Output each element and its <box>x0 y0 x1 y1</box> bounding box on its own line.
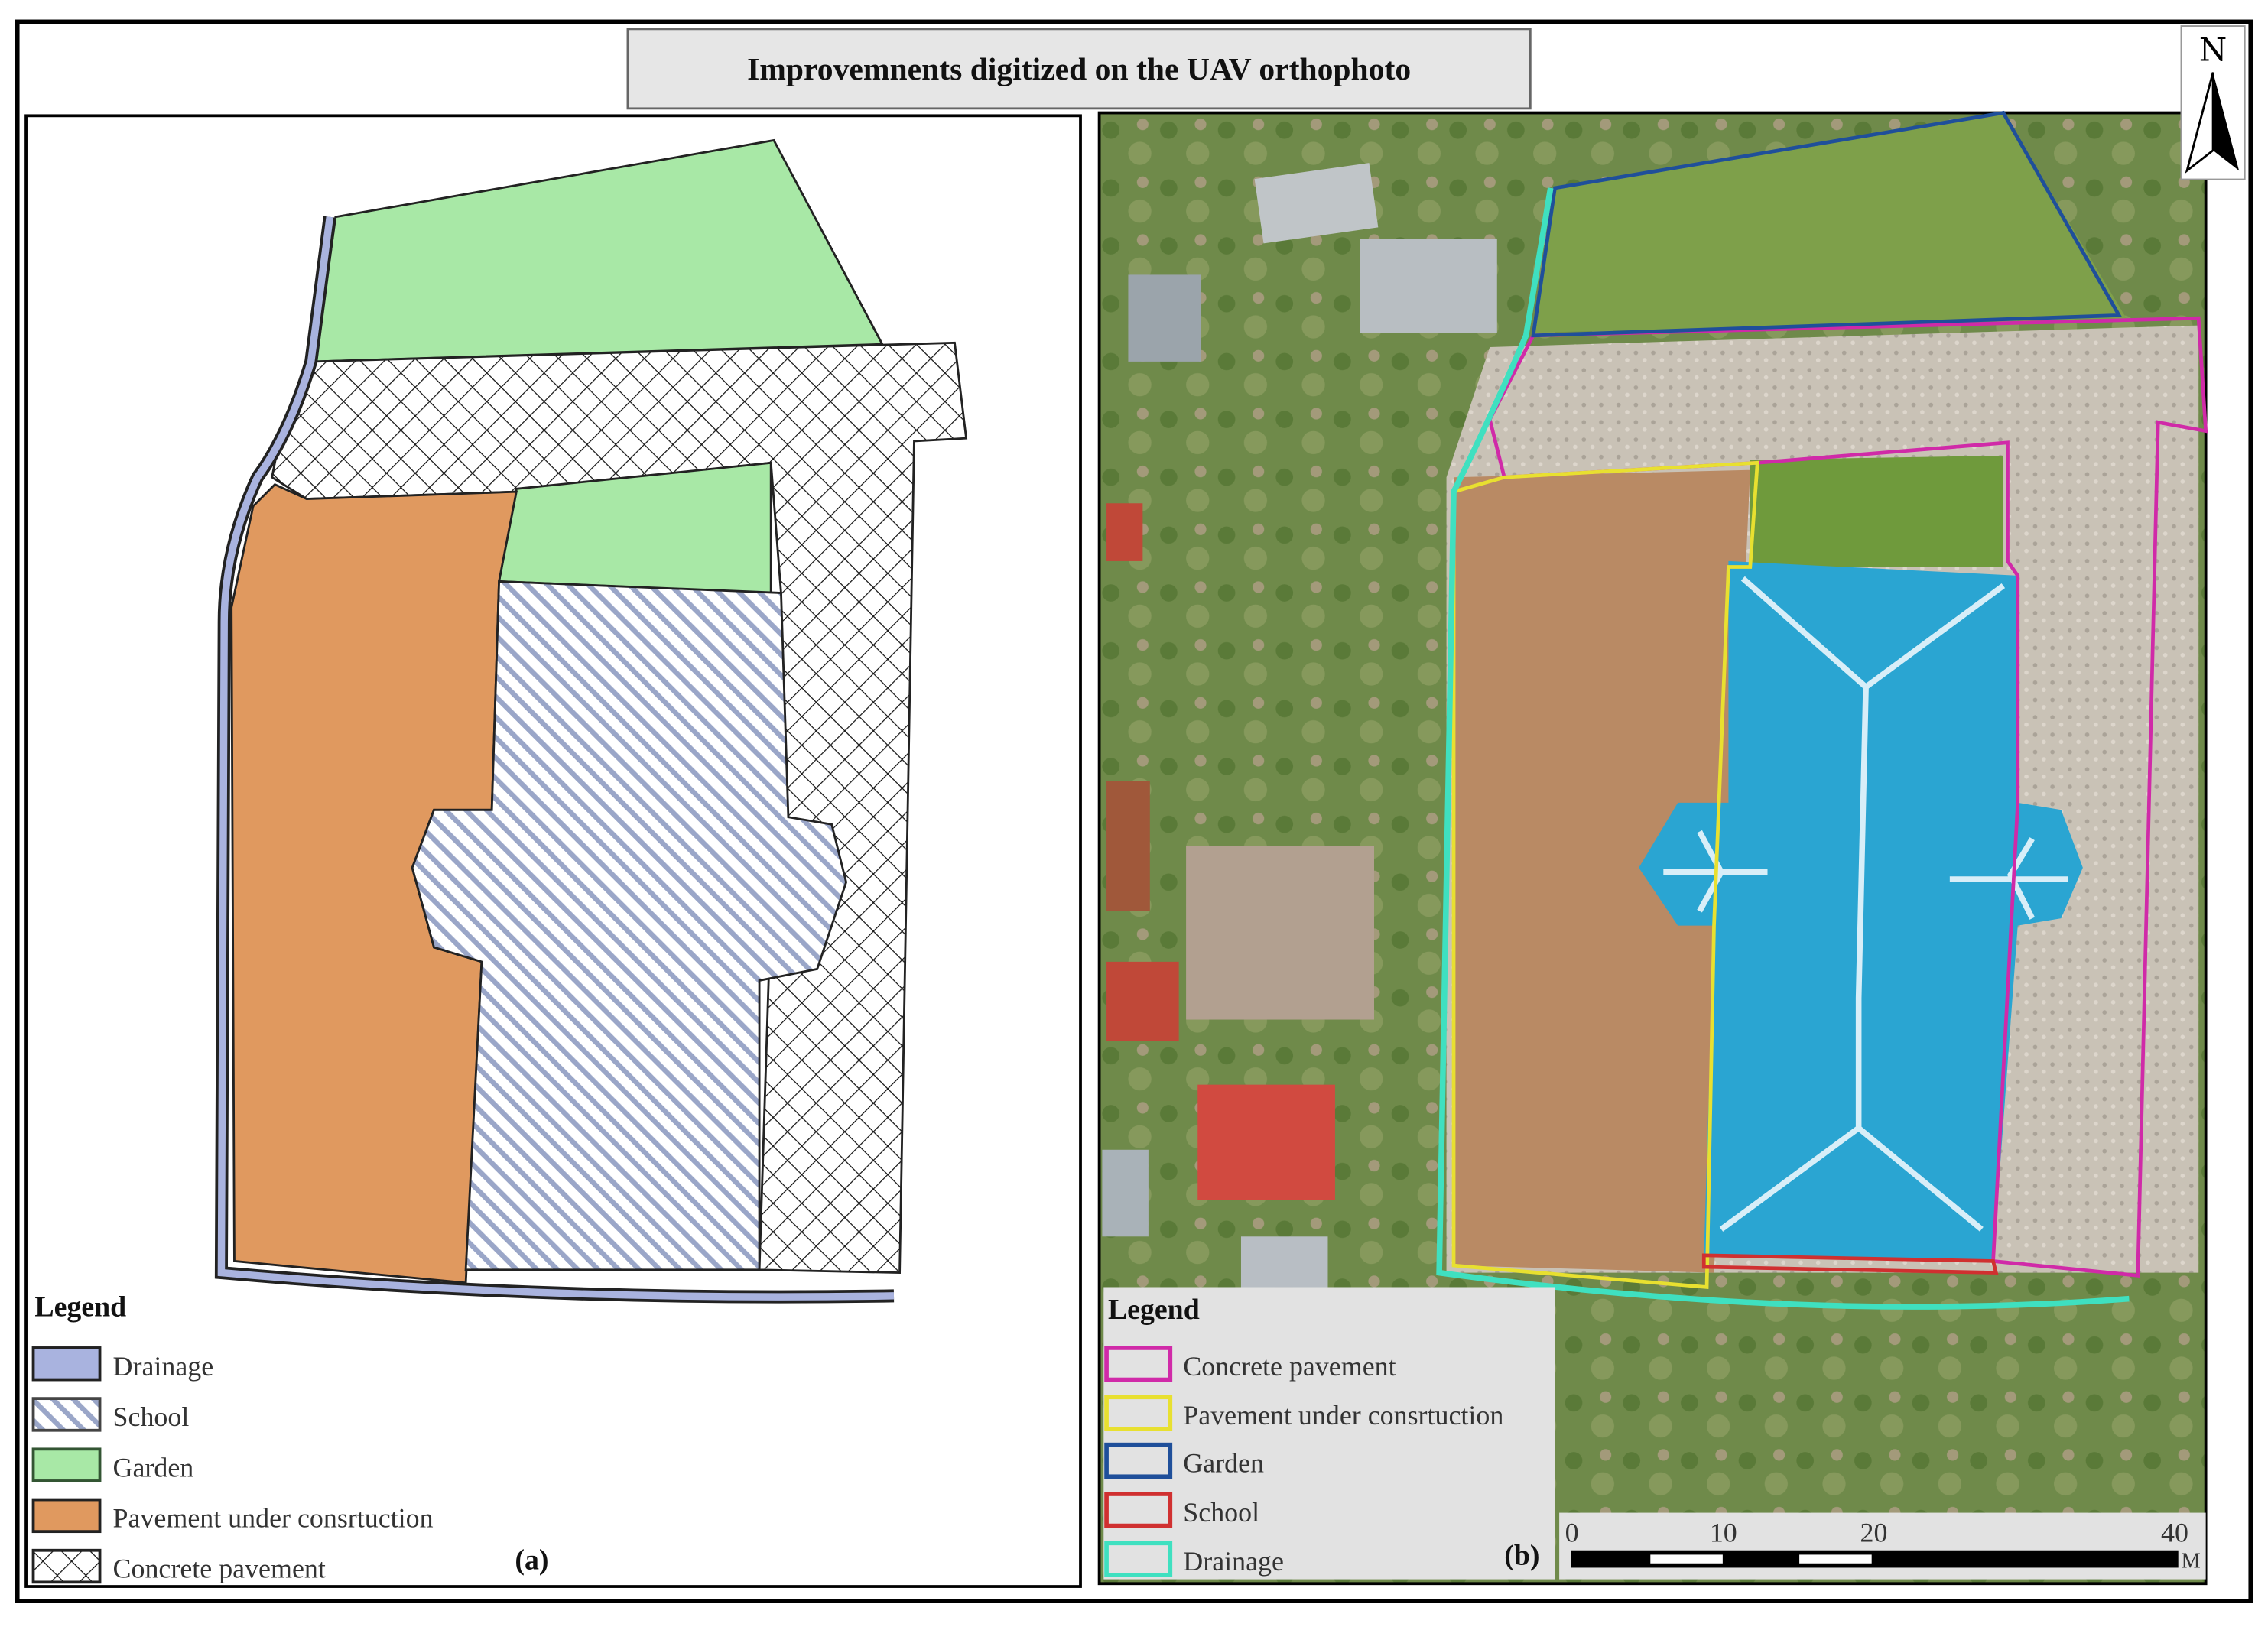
legend-b-title: Legend <box>1108 1294 1200 1326</box>
scale-bar: 0 10 20 40 M <box>1559 1513 2206 1580</box>
svg-text:School: School <box>1183 1497 1259 1528</box>
building-roof <box>1106 503 1142 561</box>
panel-a-map: Legend Drainage School Garden Pavement u… <box>26 115 1080 1586</box>
svg-text:Garden: Garden <box>113 1452 194 1482</box>
building-roof <box>1106 781 1150 911</box>
svg-text:0: 0 <box>1565 1517 1579 1547</box>
svg-text:Pavement under consrtuction: Pavement under consrtuction <box>1183 1400 1503 1431</box>
legend-b-box <box>1103 1287 1555 1579</box>
panel-b-tag: (b) <box>1504 1540 1539 1572</box>
building-roof <box>1360 239 1497 333</box>
panel-b-orthophoto: Legend Concrete pavement Pavement under … <box>1100 113 2206 1584</box>
svg-text:Drainage: Drainage <box>113 1351 214 1382</box>
svg-text:M: M <box>2181 1549 2200 1573</box>
legend-a-item-drainage: Drainage <box>34 1348 214 1382</box>
panel-a-tag: (a) <box>515 1544 548 1576</box>
building-roof <box>1106 962 1179 1041</box>
svg-text:10: 10 <box>1710 1517 1737 1547</box>
svg-text:40: 40 <box>2161 1517 2188 1547</box>
building-roof <box>1241 1236 1327 1287</box>
legend-a-item-concrete-pavement: Concrete pavement <box>34 1551 326 1584</box>
legend-a-item-garden: Garden <box>34 1449 194 1482</box>
legend-a-item-pavement-under-construction: Pavement under consrtuction <box>34 1500 434 1534</box>
svg-text:Concrete pavement: Concrete pavement <box>113 1554 326 1584</box>
svg-text:Drainage: Drainage <box>1183 1546 1284 1577</box>
garden-lawn <box>1750 456 2003 567</box>
svg-text:Pavement under consrtuction: Pavement under consrtuction <box>113 1502 434 1533</box>
north-arrow-icon: N <box>2181 26 2244 180</box>
svg-text:Improvemnents digitized on the: Improvemnents digitized on the UAV ortho… <box>747 52 1411 87</box>
figure-title: Improvemnents digitized on the UAV ortho… <box>628 29 1530 109</box>
svg-text:N: N <box>2199 31 2227 68</box>
svg-text:Garden: Garden <box>1183 1448 1264 1479</box>
building-roof <box>1128 274 1201 361</box>
figure: Legend Drainage School Garden Pavement u… <box>0 0 2268 1627</box>
svg-text:School: School <box>113 1401 190 1432</box>
building-roof <box>1186 846 1374 1020</box>
building-roof <box>1197 1085 1335 1200</box>
svg-text:Concrete pavement: Concrete pavement <box>1183 1351 1396 1382</box>
building-roof <box>1102 1150 1149 1236</box>
legend-a-title: Legend <box>34 1291 126 1323</box>
svg-text:20: 20 <box>1860 1517 1888 1547</box>
